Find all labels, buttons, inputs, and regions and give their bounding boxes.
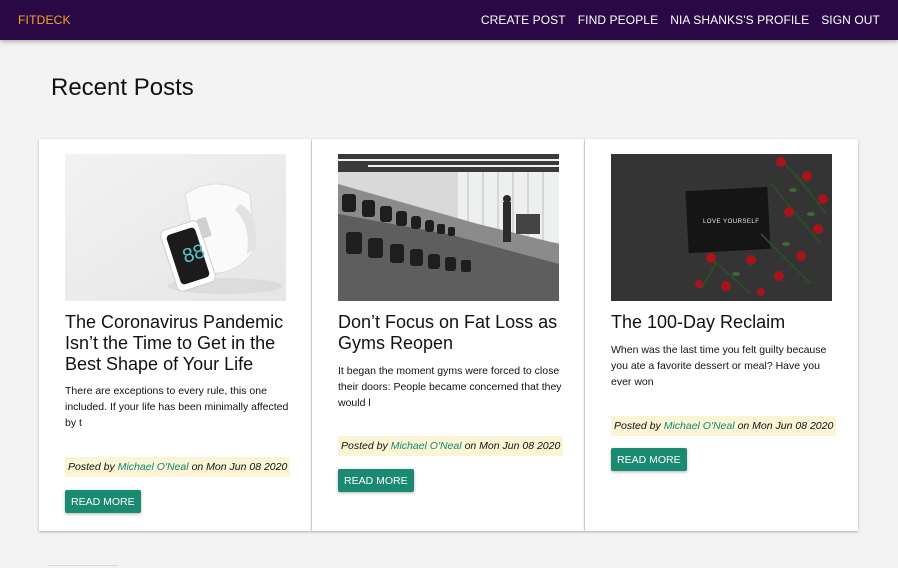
post-date: on Mon Jun 08 2020 xyxy=(191,461,288,473)
nav-sign-out[interactable]: SIGN OUT xyxy=(821,13,880,27)
post-excerpt: When was the last time you felt guilty b… xyxy=(611,344,827,388)
brand-logo-link[interactable]: FITDECK xyxy=(18,13,71,27)
page-title: Recent Posts xyxy=(51,74,194,101)
author-link[interactable]: Michael O'Neal xyxy=(664,420,735,432)
nav-profile[interactable]: NIA SHANKS'S PROFILE xyxy=(670,13,809,27)
post-meta: Posted by Michael O'Neal on Mon Jun 08 2… xyxy=(611,416,837,436)
post-date: on Mon Jun 08 2020 xyxy=(464,440,561,452)
nav-links: CREATE POST FIND PEOPLE NIA SHANKS'S PRO… xyxy=(481,13,880,27)
post-image-roses: LOVE YOURSELF xyxy=(611,154,832,301)
post-image-gym xyxy=(338,154,559,301)
post-meta: Posted by Michael O'Neal on Mon Jun 08 2… xyxy=(65,457,291,477)
read-more-button[interactable]: READ MORE xyxy=(338,469,414,492)
read-more-button[interactable]: READ MORE xyxy=(65,490,141,513)
post-title[interactable]: The Coronavirus Pandemic Isn’t the Time … xyxy=(65,312,290,375)
post-card: LOVE YOURSELF The 100-Day Reclaim When w… xyxy=(585,139,858,531)
read-more-button[interactable]: READ MORE xyxy=(611,448,687,471)
author-link[interactable]: Michael O'Neal xyxy=(391,440,462,452)
post-title[interactable]: Don’t Focus on Fat Loss as Gyms Reopen xyxy=(338,312,563,354)
post-excerpt: There are exceptions to every rule, this… xyxy=(65,385,289,429)
post-excerpt: It began the moment gyms were forced to … xyxy=(338,365,562,409)
author-link[interactable]: Michael O'Neal xyxy=(118,461,189,473)
posts-grid: 88 The Coronavirus Pandemic Isn’t the Ti… xyxy=(39,139,859,531)
image-caption: LOVE YOURSELF xyxy=(703,219,759,225)
post-card: Don’t Focus on Fat Loss as Gyms Reopen I… xyxy=(312,139,585,531)
post-date: on Mon Jun 08 2020 xyxy=(737,420,834,432)
post-card: 88 The Coronavirus Pandemic Isn’t the Ti… xyxy=(39,139,312,531)
posted-by-label: Posted by xyxy=(341,440,388,452)
nav-create-post[interactable]: CREATE POST xyxy=(481,13,566,27)
nav-find-people[interactable]: FIND PEOPLE xyxy=(578,13,658,27)
post-title[interactable]: The 100-Day Reclaim xyxy=(611,312,836,333)
post-image-smartwatch: 88 xyxy=(65,154,286,301)
post-meta: Posted by Michael O'Neal on Mon Jun 08 2… xyxy=(338,436,564,456)
posted-by-label: Posted by xyxy=(68,461,115,473)
posted-by-label: Posted by xyxy=(614,420,661,432)
top-navbar: FITDECK CREATE POST FIND PEOPLE NIA SHAN… xyxy=(0,0,898,40)
